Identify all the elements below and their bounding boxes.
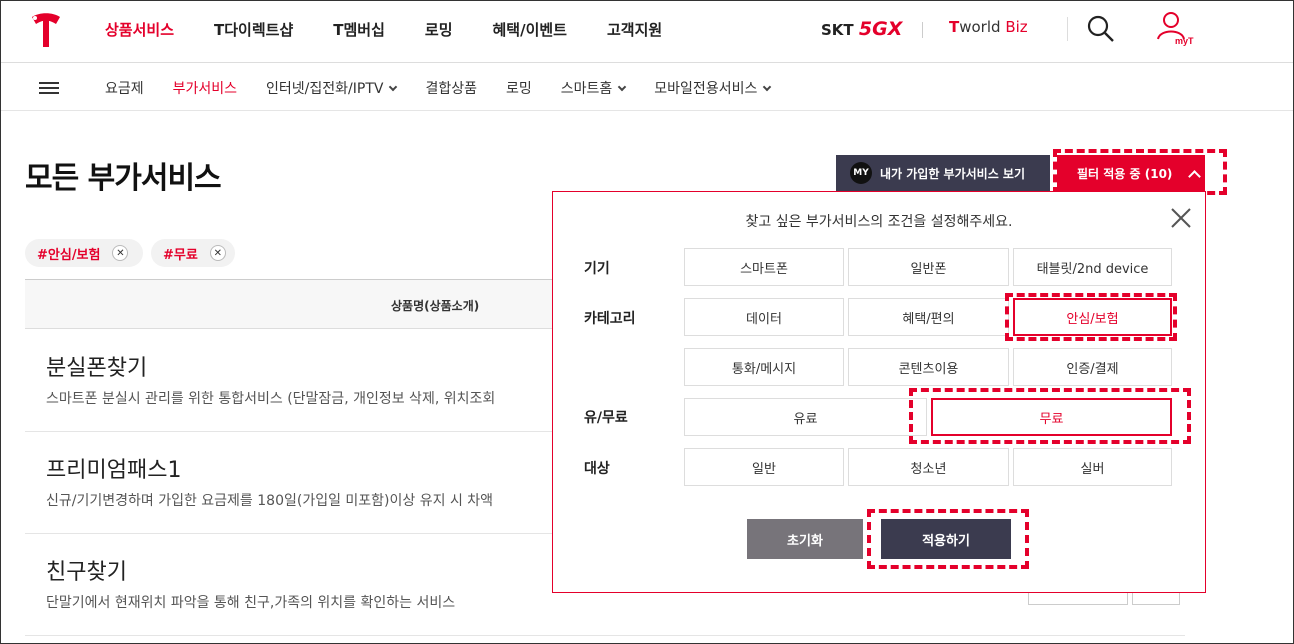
chevron-down-icon bbox=[389, 82, 398, 92]
search-icon[interactable] bbox=[1087, 15, 1115, 43]
gnb-item-support[interactable]: 고객지원 bbox=[607, 19, 662, 40]
reset-button[interactable]: 초기화 bbox=[747, 519, 863, 559]
myt-user-icon[interactable]: myT bbox=[1155, 11, 1195, 47]
subnav-item-mobile-only[interactable]: 모바일전용서비스 bbox=[654, 78, 772, 98]
subnav-label: 스마트홈 bbox=[560, 81, 613, 97]
option-paid[interactable]: 유료 bbox=[684, 398, 927, 436]
subnav-item-internet[interactable]: 인터넷/집전화/IPTV bbox=[266, 78, 398, 98]
subnav-label: 로밍 bbox=[506, 81, 532, 97]
divider bbox=[1067, 17, 1068, 41]
option-free[interactable]: 무료 bbox=[931, 398, 1172, 436]
local-nav: 요금제 부가서비스 인터넷/집전화/IPTV 결합상품 로밍 스마트홈 모바일전… bbox=[105, 78, 799, 98]
filter-tag-label: #무료 bbox=[163, 247, 198, 263]
option-auth-payment[interactable]: 인증/결제 bbox=[1013, 348, 1172, 386]
option-senior[interactable]: 실버 bbox=[1013, 448, 1172, 486]
subnav-item-roaming[interactable]: 로밍 bbox=[506, 78, 532, 98]
filter-label-target: 대상 bbox=[584, 461, 610, 477]
filter-label-device: 기기 bbox=[584, 261, 610, 277]
my-addons-label: 내가 가입한 부가서비스 보기 bbox=[880, 166, 1026, 181]
subnav-label: 요금제 bbox=[105, 81, 144, 97]
option-safety-insurance[interactable]: 안심/보험 bbox=[1013, 298, 1172, 336]
gnb-item-tdirect[interactable]: T다이렉트샵 bbox=[214, 19, 293, 40]
highlight-box bbox=[1053, 149, 1227, 195]
filter-heading: 찾고 싶은 부가서비스의 조건을 설정해주세요. bbox=[745, 214, 1013, 230]
option-feature-phone[interactable]: 일반폰 bbox=[848, 248, 1009, 286]
filter-tag-label: #안심/보험 bbox=[37, 247, 101, 263]
filter-tag: #무료 ✕ bbox=[151, 239, 235, 267]
option-tablet[interactable]: 태블릿/2nd device bbox=[1013, 248, 1172, 286]
my-addons-button[interactable]: MY 내가 가입한 부가서비스 보기 bbox=[836, 155, 1050, 191]
myt-label: myT bbox=[1175, 36, 1194, 46]
worldbiz-logo[interactable]: Tworld Biz bbox=[949, 18, 1028, 36]
hamburger-menu-icon[interactable] bbox=[39, 82, 59, 94]
worldbiz-world-label: world bbox=[959, 18, 1001, 36]
option-data[interactable]: 데이터 bbox=[684, 298, 844, 336]
option-benefit[interactable]: 혜택/편의 bbox=[848, 298, 1009, 336]
skt-label: SKT bbox=[821, 21, 854, 39]
option-call-message[interactable]: 통화/메시지 bbox=[684, 348, 844, 386]
option-general[interactable]: 일반 bbox=[684, 448, 844, 486]
subnav-label: 인터넷/집전화/IPTV bbox=[266, 81, 384, 97]
worldbiz-t-label: T bbox=[949, 18, 960, 36]
service-desc: 신규/기기변경하며 가입한 요금제를 180일(가입일 미포함)이상 유지 시 … bbox=[46, 493, 494, 509]
apply-button[interactable]: 적용하기 bbox=[881, 519, 1011, 559]
service-name[interactable]: 프리미엄패스1 bbox=[46, 452, 181, 484]
filter-tag: #안심/보험 ✕ bbox=[25, 239, 143, 267]
close-icon[interactable] bbox=[1170, 207, 1192, 229]
subnav-item-smarthome[interactable]: 스마트홈 bbox=[560, 78, 627, 98]
sub-nav: 요금제 부가서비스 인터넷/집전화/IPTV 결합상품 로밍 스마트홈 모바일전… bbox=[1, 63, 1293, 111]
divider bbox=[922, 22, 923, 38]
chevron-down-icon bbox=[618, 82, 627, 92]
gnb-item-roaming[interactable]: 로밍 bbox=[425, 19, 453, 40]
global-header: 상품서비스 T다이렉트샵 T멤버십 로밍 혜택/이벤트 고객지원 SKT 5GX… bbox=[1, 1, 1293, 63]
subnav-item-addons[interactable]: 부가서비스 bbox=[173, 78, 237, 98]
option-content[interactable]: 콘텐츠이용 bbox=[848, 348, 1009, 386]
close-icon[interactable]: ✕ bbox=[209, 245, 226, 261]
subnav-label: 결합상품 bbox=[425, 81, 477, 97]
worldbiz-biz-label: Biz bbox=[1005, 18, 1028, 36]
service-name[interactable]: 분실폰찾기 bbox=[46, 350, 147, 382]
close-icon[interactable]: ✕ bbox=[112, 245, 129, 261]
option-youth[interactable]: 청소년 bbox=[848, 448, 1009, 486]
service-desc: 단말기에서 현재위치 파악을 통해 친구,가족의 위치를 확인하는 서비스 bbox=[46, 595, 456, 611]
chevron-down-icon bbox=[763, 82, 772, 92]
gnb-item-events[interactable]: 혜택/이벤트 bbox=[493, 19, 567, 40]
gnb-item-membership[interactable]: T멤버십 bbox=[333, 19, 385, 40]
my-badge-icon: MY bbox=[850, 162, 872, 184]
gnb-item-products[interactable]: 상품서비스 bbox=[105, 19, 174, 40]
service-desc: 스마트폰 분실시 관리를 위한 통합서비스 (단말잠금, 개인정보 삭제, 위치… bbox=[46, 391, 496, 407]
filter-panel: 찾고 싶은 부가서비스의 조건을 설정해주세요. 기기 카테고리 유/무료 대상… bbox=[552, 191, 1206, 593]
subnav-item-bundle[interactable]: 결합상품 bbox=[425, 78, 477, 98]
subnav-label: 모바일전용서비스 bbox=[654, 81, 758, 97]
skt-5gx-logo[interactable]: SKT 5GX bbox=[821, 18, 902, 40]
page-frame: 상품서비스 T다이렉트샵 T멤버십 로밍 혜택/이벤트 고객지원 SKT 5GX… bbox=[0, 0, 1294, 644]
subnav-item-plans[interactable]: 요금제 bbox=[105, 78, 144, 98]
subnav-label: 부가서비스 bbox=[172, 81, 238, 97]
5gx-label: 5GX bbox=[858, 18, 903, 40]
filter-label-price: 유/무료 bbox=[584, 410, 628, 426]
option-smartphone[interactable]: 스마트폰 bbox=[684, 248, 844, 286]
service-name[interactable]: 친구찾기 bbox=[46, 554, 127, 586]
column-header-name: 상품명(상품소개) bbox=[391, 299, 480, 313]
global-nav: 상품서비스 T다이렉트샵 T멤버십 로밍 혜택/이벤트 고객지원 bbox=[105, 19, 702, 40]
filter-label-category: 카테고리 bbox=[584, 311, 636, 327]
t-logo-icon[interactable] bbox=[29, 11, 63, 51]
page-title: 모든 부가서비스 bbox=[25, 161, 222, 196]
